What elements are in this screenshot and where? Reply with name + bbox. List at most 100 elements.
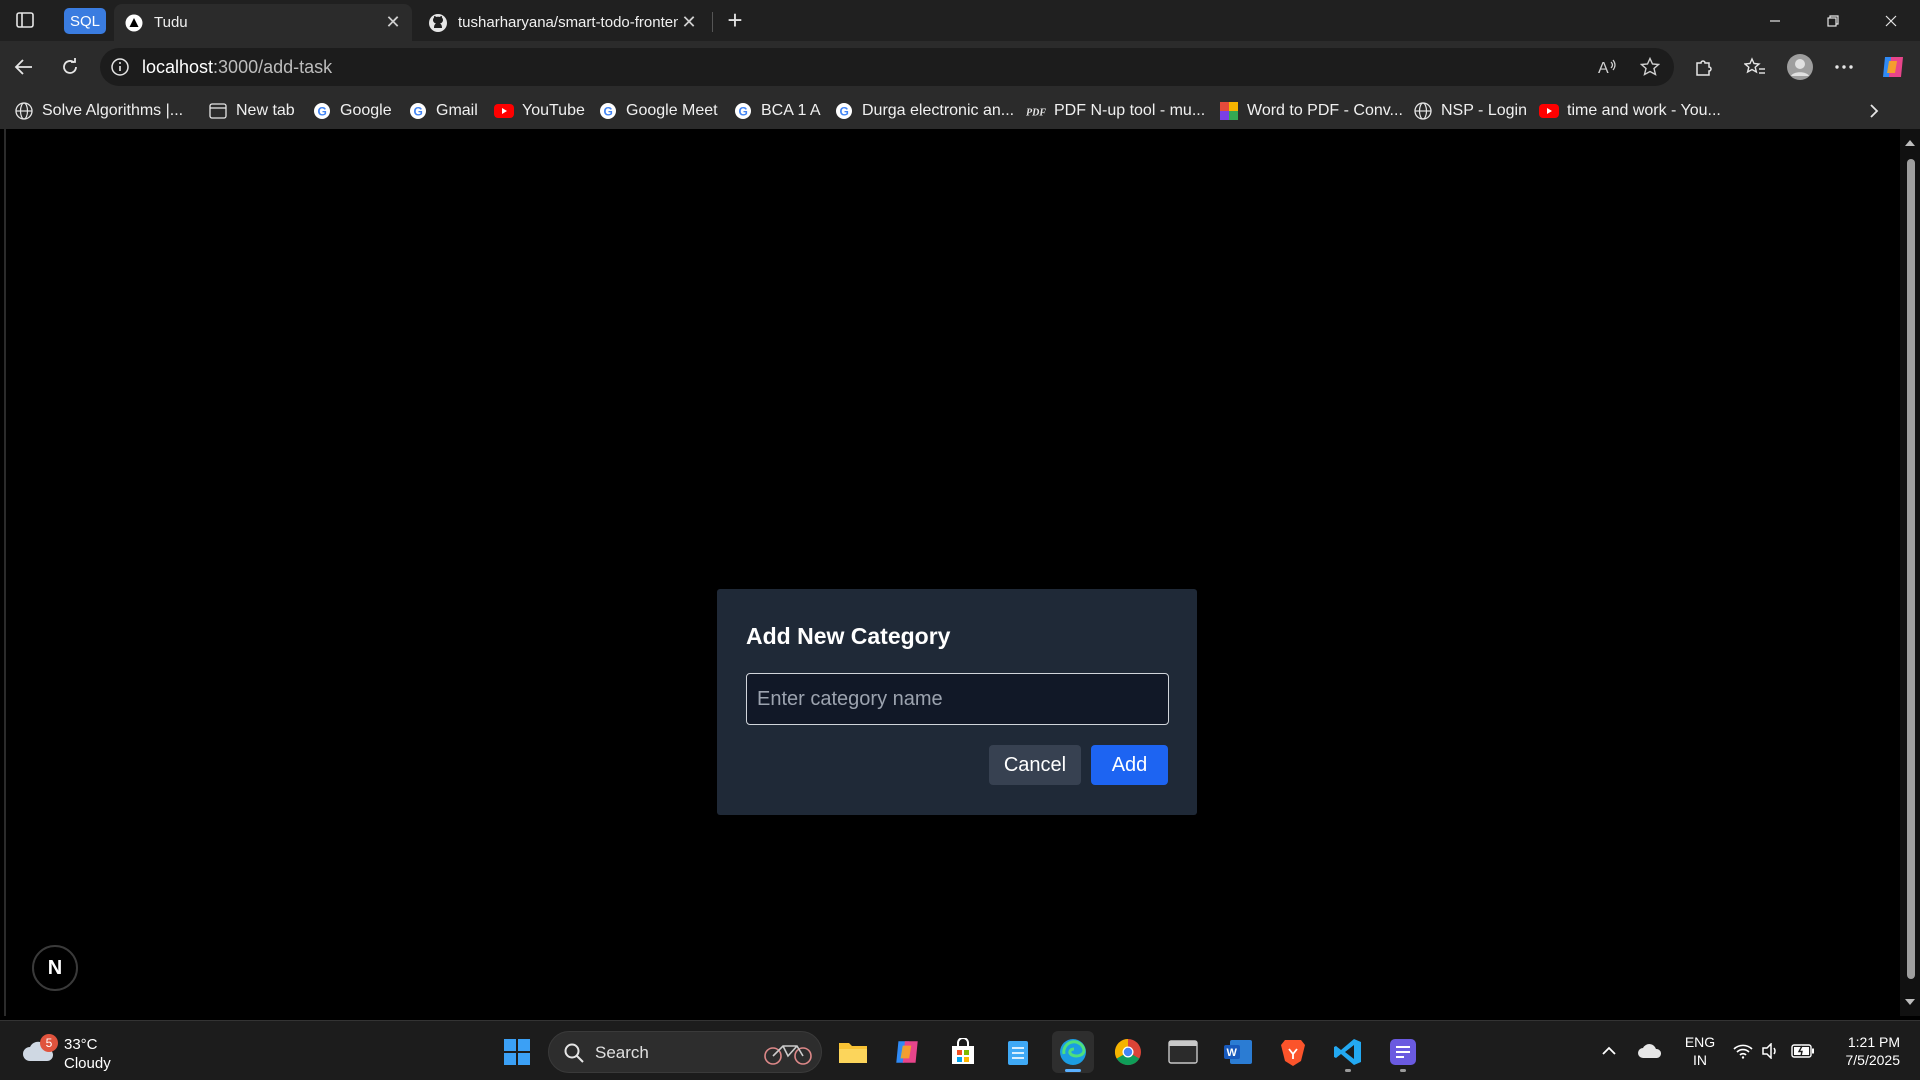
system-clock[interactable]: 1:21 PM 7/5/2025 bbox=[1830, 1033, 1901, 1069]
onedrive-button[interactable] bbox=[1636, 1039, 1664, 1063]
running-app-indicator bbox=[1400, 1069, 1406, 1072]
bookmark-item[interactable]: NSP - Login bbox=[1413, 99, 1527, 123]
clock-time: 1:21 PM bbox=[1847, 1034, 1900, 1050]
battery-button[interactable] bbox=[1790, 1039, 1816, 1063]
new-tab-button[interactable]: + bbox=[720, 5, 750, 35]
taskbar-file-explorer[interactable] bbox=[832, 1031, 874, 1073]
taskbar-microsoft-store[interactable] bbox=[942, 1031, 984, 1073]
svg-text:G: G bbox=[414, 105, 423, 119]
bookmark-label: New tab bbox=[236, 102, 295, 119]
minimize-button[interactable] bbox=[1746, 0, 1804, 41]
taskbar-edge[interactable] bbox=[1052, 1031, 1094, 1073]
terminal-icon bbox=[1168, 1040, 1198, 1064]
bookmark-item[interactable]: Solve Algorithms |... bbox=[14, 99, 183, 123]
close-tab-icon[interactable]: ✕ bbox=[678, 12, 700, 34]
bookmark-item[interactable]: G Google bbox=[312, 99, 392, 123]
read-aloud-icon[interactable]: A bbox=[1596, 55, 1620, 79]
scroll-up-arrow-icon[interactable] bbox=[1904, 137, 1916, 149]
taskbar-copilot[interactable] bbox=[886, 1031, 928, 1073]
site-info-icon[interactable] bbox=[110, 57, 130, 77]
wifi-button[interactable] bbox=[1732, 1039, 1754, 1063]
show-hidden-icons-button[interactable] bbox=[1598, 1039, 1620, 1063]
edge-icon bbox=[1060, 1039, 1086, 1065]
tab-github[interactable]: tusharharyana/smart-todo-frontend ✕ bbox=[418, 4, 708, 41]
folder-icon bbox=[839, 1043, 867, 1063]
document-app-icon bbox=[1390, 1039, 1416, 1065]
bookmark-item[interactable]: YouTube bbox=[494, 99, 585, 123]
address-bar[interactable]: localhost:3000/add-task A bbox=[100, 48, 1674, 86]
bookmarks-overflow-button[interactable] bbox=[1862, 101, 1886, 121]
profile-button[interactable] bbox=[1784, 51, 1816, 83]
clock-date: 7/5/2025 bbox=[1845, 1052, 1901, 1068]
youtube-icon bbox=[494, 101, 514, 121]
taskbar-chrome[interactable] bbox=[1107, 1031, 1149, 1073]
region-code: IN bbox=[1693, 1052, 1707, 1068]
bookmark-label: Word to PDF - Conv... bbox=[1247, 102, 1403, 119]
add-category-modal: Add New Category Cancel Add bbox=[717, 589, 1197, 815]
bookmark-item[interactable]: G Gmail bbox=[408, 99, 478, 123]
tab-group-sql[interactable]: SQL bbox=[64, 8, 106, 34]
add-button[interactable]: Add bbox=[1091, 745, 1168, 785]
bookmark-item[interactable]: G BCA 1 A bbox=[733, 99, 821, 123]
reload-icon bbox=[63, 58, 77, 74]
minimize-icon bbox=[1770, 19, 1780, 22]
taskbar-notepad[interactable] bbox=[997, 1031, 1039, 1073]
tab-divider bbox=[712, 12, 713, 32]
more-options-button[interactable] bbox=[1828, 51, 1860, 83]
copilot-icon bbox=[896, 1041, 918, 1063]
category-name-input[interactable] bbox=[746, 673, 1169, 725]
reload-button[interactable] bbox=[54, 51, 86, 83]
notepad-icon bbox=[1008, 1041, 1028, 1065]
bookmark-label: BCA 1 A bbox=[761, 102, 821, 119]
favorites-button[interactable] bbox=[1739, 51, 1771, 83]
input-language-indicator[interactable]: ENG IN bbox=[1682, 1033, 1718, 1069]
cancel-button[interactable]: Cancel bbox=[989, 745, 1081, 785]
bookmark-label: Google bbox=[340, 102, 392, 119]
speaker-icon bbox=[1762, 1043, 1776, 1059]
taskbar-search[interactable]: Search bbox=[548, 1031, 822, 1073]
taskbar-vscode[interactable] bbox=[1327, 1031, 1369, 1073]
bookmark-item[interactable]: New tab bbox=[208, 99, 295, 123]
scroll-down-arrow-icon[interactable] bbox=[1904, 996, 1916, 1008]
taskbar-app-purple[interactable] bbox=[1382, 1031, 1424, 1073]
bookmark-item[interactable]: time and work - You... bbox=[1539, 99, 1721, 123]
bookmark-item[interactable]: Word to PDF - Conv... bbox=[1219, 99, 1403, 123]
close-window-button[interactable] bbox=[1862, 0, 1920, 41]
vscode-icon bbox=[1334, 1039, 1361, 1065]
more-dots-icon bbox=[1835, 65, 1853, 69]
tab-title: tusharharyana/smart-todo-frontend bbox=[458, 14, 678, 31]
taskbar-word[interactable]: W bbox=[1217, 1031, 1259, 1073]
volume-button[interactable] bbox=[1760, 1039, 1782, 1063]
pdf-icon: PDF bbox=[1026, 101, 1046, 121]
nextjs-dev-indicator-button[interactable]: N bbox=[32, 945, 78, 991]
tab-actions-button[interactable] bbox=[10, 6, 40, 34]
tab-title: Tudu bbox=[154, 14, 188, 31]
scrollbar-thumb[interactable] bbox=[1907, 159, 1915, 979]
close-tab-icon[interactable]: ✕ bbox=[382, 12, 404, 34]
close-icon bbox=[1885, 15, 1897, 26]
copilot-button[interactable] bbox=[1877, 51, 1909, 83]
bookmark-item[interactable]: PDF PDF N-up tool - mu... bbox=[1026, 99, 1205, 123]
favorite-star-icon[interactable] bbox=[1638, 55, 1662, 79]
page-scrollbar[interactable] bbox=[1900, 129, 1920, 1016]
globe-icon bbox=[1413, 101, 1433, 121]
taskbar-brave[interactable] bbox=[1272, 1031, 1314, 1073]
browser-tab-strip: SQL Tudu ✕ tusharharyana/smart-todo-fron… bbox=[0, 0, 1920, 41]
back-button[interactable] bbox=[8, 51, 40, 83]
bookmark-item[interactable]: G Durga electronic an... bbox=[834, 99, 1014, 123]
taskbar-terminal[interactable] bbox=[1162, 1031, 1204, 1073]
start-button[interactable] bbox=[496, 1031, 538, 1073]
extensions-button[interactable] bbox=[1688, 51, 1720, 83]
store-icon bbox=[952, 1038, 974, 1064]
tab-tudu[interactable]: Tudu ✕ bbox=[114, 4, 412, 41]
weather-widget[interactable]: 5 33°C Cloudy bbox=[20, 1031, 140, 1073]
bookmark-label: Solve Algorithms |... bbox=[42, 102, 184, 119]
bookmark-label: time and work - You... bbox=[1567, 102, 1721, 119]
globe-icon bbox=[14, 101, 34, 121]
svg-text:G: G bbox=[318, 105, 327, 119]
bookmark-item[interactable]: G Google Meet bbox=[598, 99, 718, 123]
profile-avatar-icon bbox=[1787, 54, 1813, 80]
restore-button[interactable] bbox=[1804, 0, 1862, 41]
bookmark-label: PDF N-up tool - mu... bbox=[1054, 102, 1206, 119]
bicycle-icon bbox=[764, 1045, 812, 1065]
